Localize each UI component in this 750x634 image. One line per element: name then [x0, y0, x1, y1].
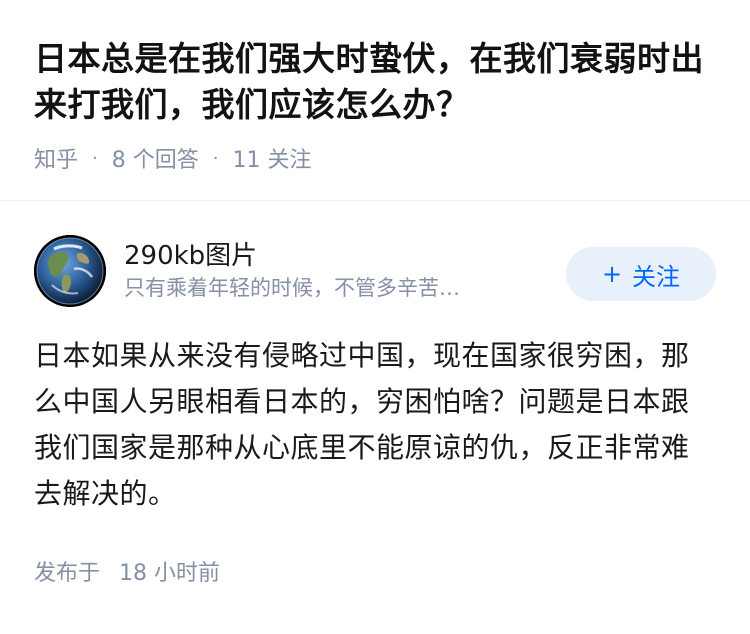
author-bio: 只有乘着年轻的时候，不管多辛苦…	[124, 276, 460, 300]
published-time: 18 小时前	[119, 561, 221, 586]
answers-count[interactable]: 8 个回答	[112, 142, 199, 174]
question-header: 日本总是在我们强大时蛰伏，在我们衰弱时出来打我们，我们应该怎么办？ 知乎 · 8…	[0, 0, 750, 173]
published-info: 发布于 18 小时前	[34, 555, 716, 587]
avatar[interactable]	[34, 235, 106, 307]
meta-separator: ·	[92, 147, 98, 169]
author-info: 290kb图片 只有乘着年轻的时候，不管多辛苦…	[124, 239, 566, 303]
follow-label: 关注	[632, 262, 681, 291]
question-title[interactable]: 日本总是在我们强大时蛰伏，在我们衰弱时出来打我们，我们应该怎么办？	[34, 36, 716, 128]
answer-content[interactable]: 日本如果从来没有侵略过中国，现在国家很穷困，那么中国人另眼相看日本的，穷困怕啥？…	[34, 333, 716, 517]
follow-button[interactable]: + 关注	[566, 247, 716, 301]
meta-separator: ·	[212, 147, 219, 169]
divider	[0, 200, 750, 201]
published-label: 发布于	[34, 561, 101, 586]
question-meta: 知乎 · 8 个回答 · 11 关注	[34, 142, 716, 174]
answer-card: 290kb图片 只有乘着年轻的时候，不管多辛苦… + 关注 日本如果从来没有侵略…	[0, 233, 750, 587]
author-row: 290kb图片 只有乘着年轻的时候，不管多辛苦… + 关注	[34, 233, 716, 309]
plus-icon: +	[601, 260, 623, 288]
followers-count: 11 关注	[232, 148, 312, 173]
page: 日本总是在我们强大时蛰伏，在我们衰弱时出来打我们，我们应该怎么办？ 知乎 · 8…	[0, 0, 750, 634]
earth-icon	[34, 235, 106, 307]
source-label[interactable]: 知乎	[34, 142, 78, 174]
author-name[interactable]: 290kb图片	[124, 239, 566, 273]
